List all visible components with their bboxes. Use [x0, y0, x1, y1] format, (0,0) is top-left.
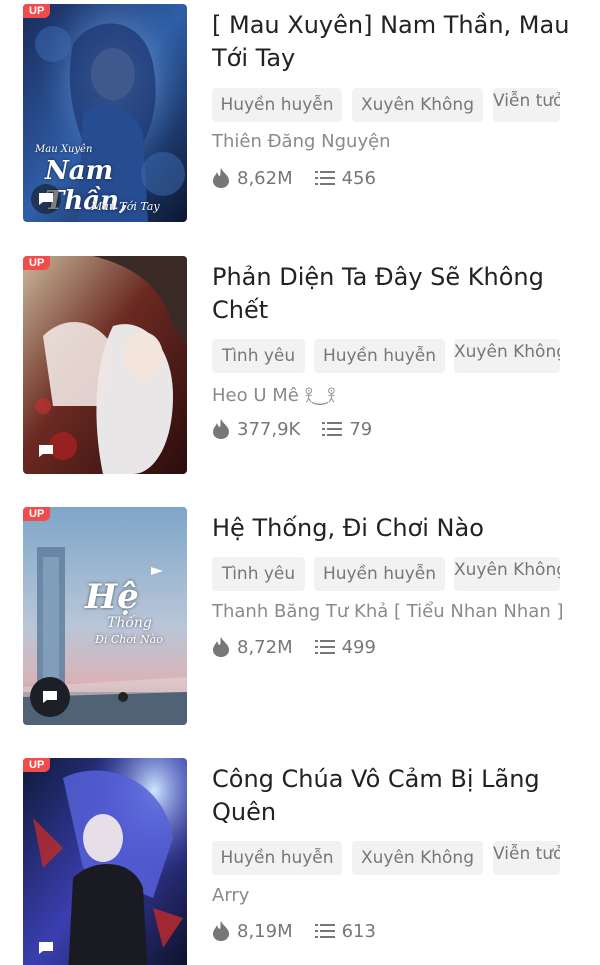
views-stat: 8,62M — [212, 168, 293, 189]
comment-button[interactable] — [31, 436, 61, 466]
genre-tag[interactable]: Viễn tưởng — [493, 841, 560, 875]
tag-list: Tình yêu Huyền huyễn Xuyên Không — [212, 339, 562, 373]
comment-button[interactable] — [31, 184, 61, 214]
story-title[interactable]: Công Chúa Vô Cảm Bị Lãng Quên — [212, 763, 587, 829]
genre-tag[interactable]: Xuyên Không — [352, 88, 483, 122]
update-badge: UP — [23, 507, 51, 521]
tag-list: Tình yêu Huyền huyễn Xuyên Không — [212, 557, 562, 591]
views-stat: 8,19M — [212, 921, 293, 942]
fire-icon — [213, 419, 229, 439]
genre-tag[interactable]: Xuyên Không — [454, 339, 560, 373]
chapters-count: 79 — [349, 418, 373, 440]
views-stat: 8,72M — [212, 637, 293, 658]
views-count: 8,19M — [237, 920, 293, 942]
chapters-count: 456 — [341, 167, 376, 189]
list-icon — [322, 422, 343, 436]
story-cover[interactable]: Mau Xuyên Nam Thần, Mau Tới Tay UP — [23, 4, 187, 222]
story-cover[interactable]: UP — [23, 256, 187, 474]
genre-tag[interactable]: Huyền huyễn — [314, 557, 445, 591]
genre-tag[interactable]: Huyền huyễn — [212, 88, 342, 122]
chapters-stat: 79 — [322, 419, 372, 440]
story-title[interactable]: Hệ Thống, Đi Chơi Nào — [212, 512, 587, 545]
cover-subtitle: Mau Xuyên — [35, 144, 93, 155]
genre-tag[interactable]: Tình yêu — [212, 557, 305, 591]
tag-list: Huyền huyễn Xuyên Không Viễn tưởng — [212, 841, 562, 875]
fire-icon — [213, 921, 229, 941]
comment-button[interactable] — [31, 933, 61, 963]
story-item[interactable]: UP Phản Diện Ta Đây Sẽ Không Chết Tình y… — [0, 256, 600, 486]
update-badge: UP — [23, 4, 51, 18]
genre-tag[interactable]: Huyền huyễn — [314, 339, 445, 373]
update-badge: UP — [23, 256, 51, 270]
author-name[interactable]: Heo U Mê 𖨆‿𖨆 — [212, 383, 336, 407]
author-name[interactable]: Arry — [212, 885, 249, 906]
chapters-count: 613 — [341, 920, 376, 942]
views-count: 8,72M — [237, 636, 293, 658]
views-count: 377,9K — [237, 418, 301, 440]
cover-subtitle: Thống — [107, 615, 152, 631]
cover-subtitle: Mau Tới Tay — [91, 200, 160, 213]
cover-title: Hệ — [85, 577, 139, 617]
chat-bubble-icon — [39, 445, 53, 457]
story-stats: 377,9K 79 — [212, 416, 394, 442]
story-list: Mau Xuyên Nam Thần, Mau Tới Tay UP [ Mau… — [0, 0, 600, 965]
genre-tag[interactable]: Viễn tưởng — [493, 88, 560, 122]
story-item[interactable]: UP Công Chúa Vô Cảm Bị Lãng Quên Huyền h… — [0, 758, 600, 965]
story-item[interactable]: Mau Xuyên Nam Thần, Mau Tới Tay UP [ Mau… — [0, 4, 600, 234]
genre-tag[interactable]: Xuyên Không — [454, 557, 560, 591]
chat-bubble-icon — [39, 193, 53, 205]
chat-bubble-icon — [43, 691, 57, 703]
views-stat: 377,9K — [212, 419, 300, 440]
genre-tag[interactable]: Huyền huyễn — [212, 841, 342, 875]
list-icon — [314, 171, 335, 185]
genre-tag[interactable]: Xuyên Không — [352, 841, 483, 875]
cover-subtitle: Đi Chơi Nào — [95, 633, 163, 646]
fire-icon — [213, 168, 229, 188]
author-name[interactable]: Thanh Băng Tư Khả [ Tiểu Nhan Nhan ] — [212, 601, 563, 622]
comment-button[interactable] — [30, 677, 70, 717]
fire-icon — [213, 637, 229, 657]
author-name[interactable]: Thiên Đăng Nguyện — [212, 131, 391, 152]
tag-list: Huyền huyễn Xuyên Không Viễn tưởng — [212, 88, 562, 122]
chapters-stat: 456 — [314, 167, 376, 189]
story-stats: 8,62M 456 — [212, 165, 398, 191]
story-stats: 8,19M 613 — [212, 918, 398, 944]
story-title[interactable]: Phản Diện Ta Đây Sẽ Không Chết — [212, 261, 587, 327]
views-count: 8,62M — [237, 167, 293, 189]
story-item[interactable]: Hệ Thống Đi Chơi Nào UP Hệ Thống, Đi Chơ… — [0, 507, 600, 737]
list-icon — [314, 640, 335, 654]
chapters-count: 499 — [341, 636, 376, 658]
chat-bubble-icon — [39, 942, 53, 954]
update-badge: UP — [23, 758, 51, 772]
story-cover[interactable]: Hệ Thống Đi Chơi Nào UP — [23, 507, 187, 725]
chapters-stat: 613 — [314, 920, 376, 942]
genre-tag[interactable]: Tình yêu — [212, 339, 305, 373]
story-stats: 8,72M 499 — [212, 634, 398, 660]
list-icon — [314, 924, 335, 938]
chapters-stat: 499 — [314, 636, 376, 658]
story-title[interactable]: [ Mau Xuyên] Nam Thần, Mau Tới Tay — [212, 9, 587, 75]
story-cover[interactable]: UP — [23, 758, 187, 965]
